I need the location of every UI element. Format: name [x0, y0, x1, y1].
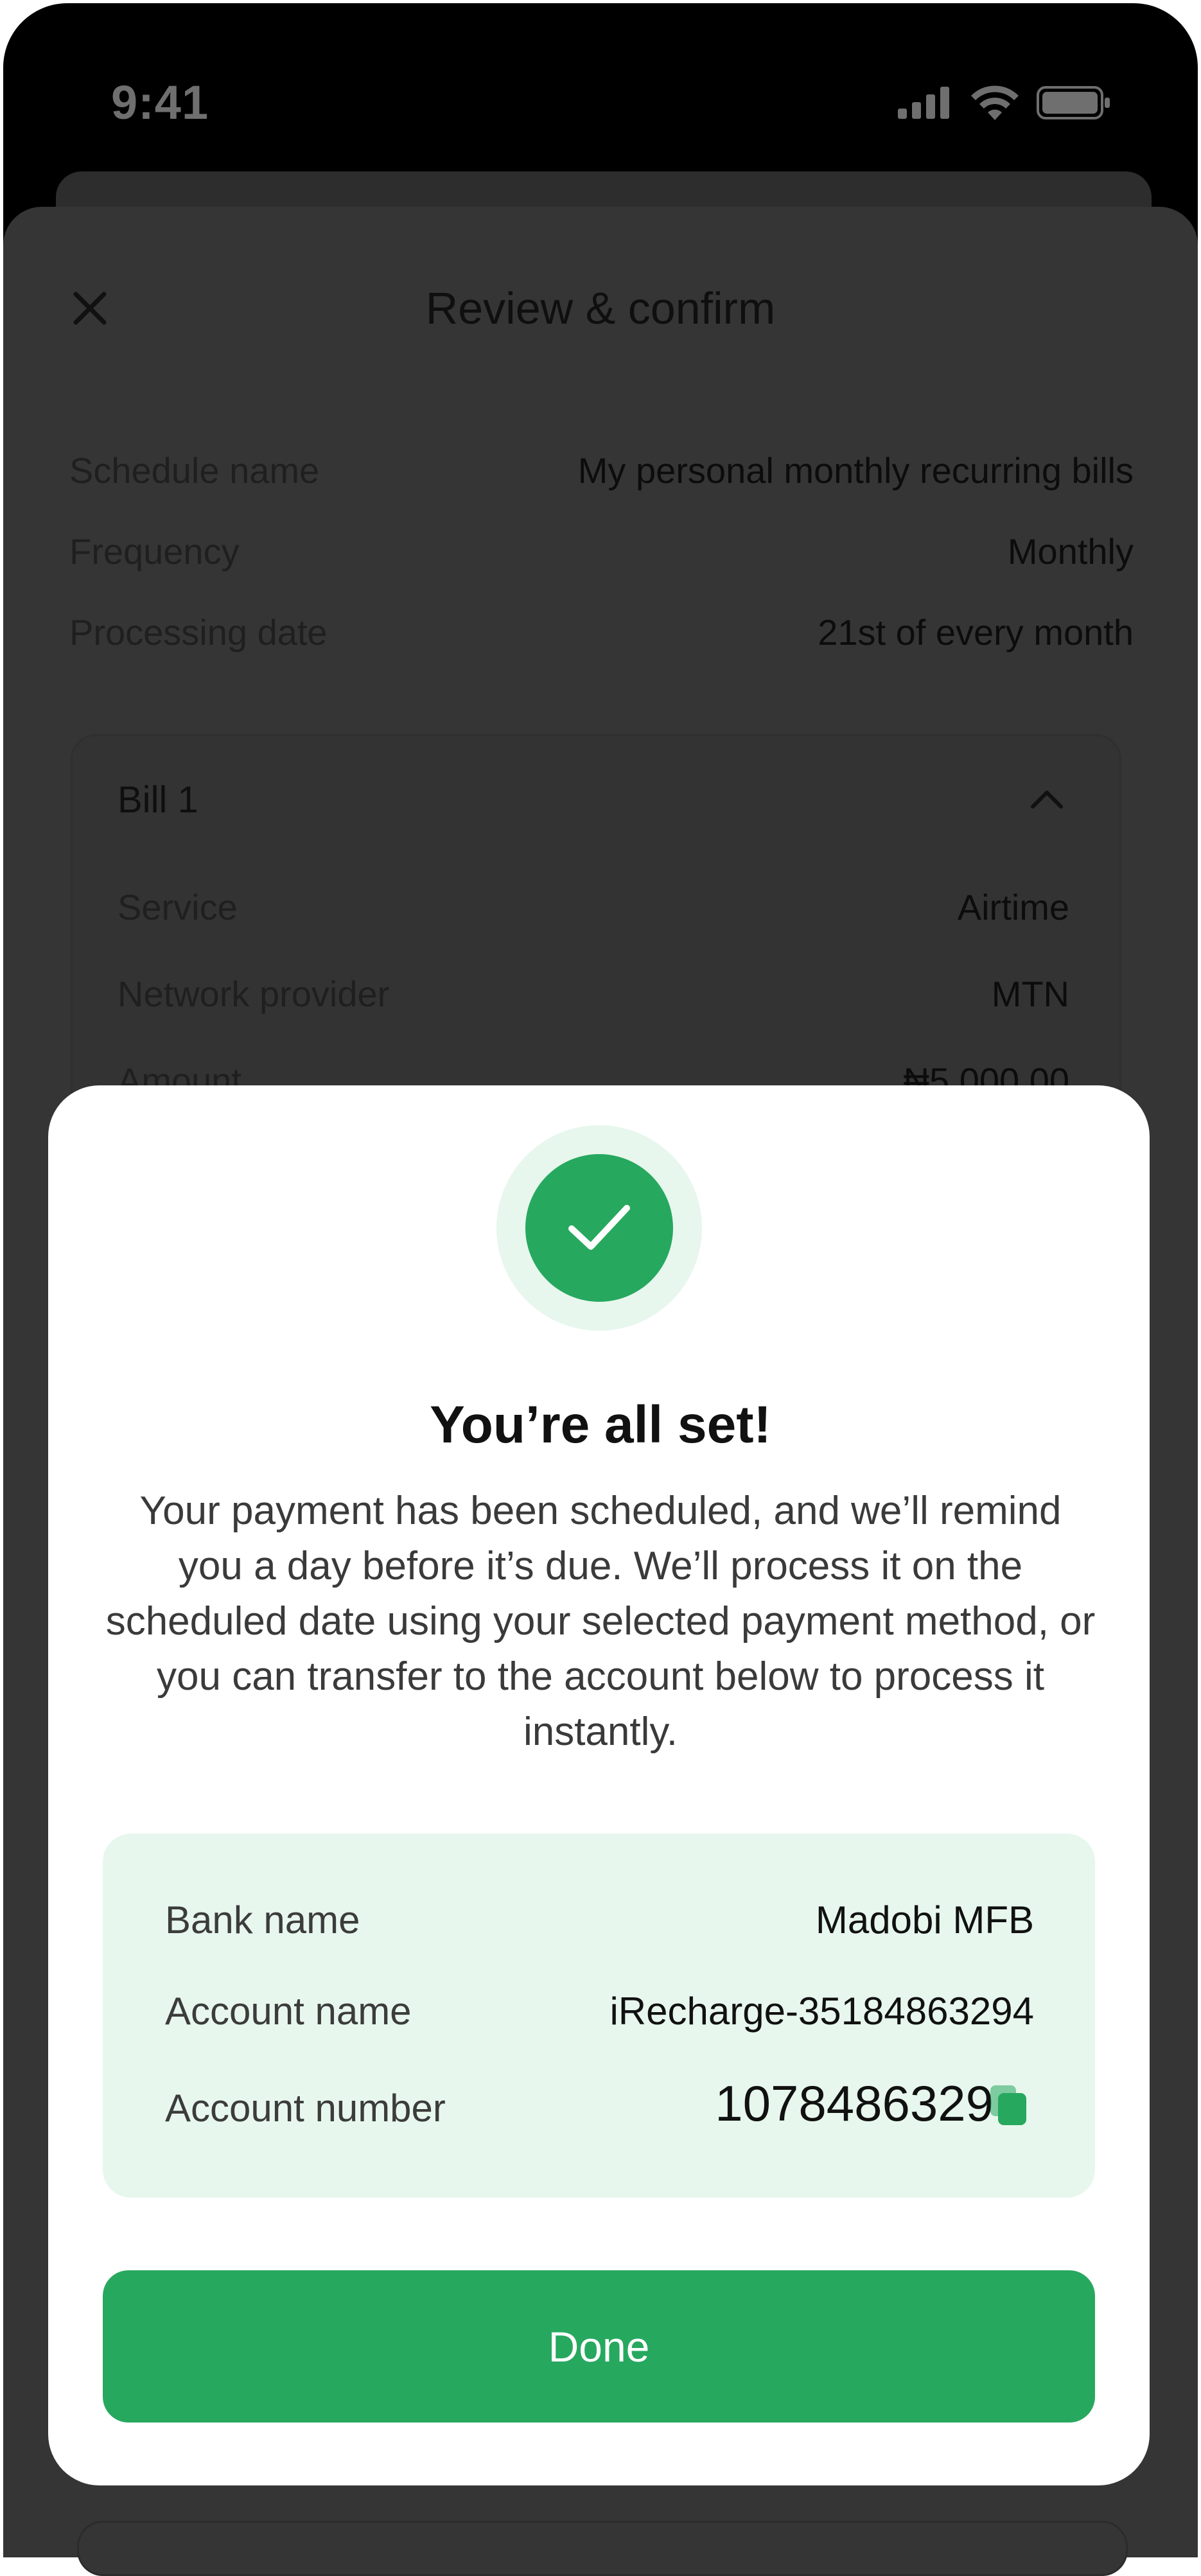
battery-icon	[1037, 86, 1110, 119]
account-number-label: Account number	[165, 2087, 446, 2130]
service-value: Airtime	[957, 887, 1069, 927]
underlying-card-peek	[77, 2521, 1128, 2576]
chevron-up-icon[interactable]	[1028, 786, 1066, 812]
success-icon-circle	[525, 1154, 673, 1302]
wifi-icon	[971, 85, 1019, 120]
status-icons	[898, 85, 1111, 120]
network-provider-label: Network provider	[118, 974, 390, 1014]
schedule-name-value: My personal monthly recurring bills	[577, 450, 1134, 491]
modal-title: You’re all set!	[430, 1396, 771, 1454]
check-icon	[568, 1205, 630, 1250]
modal-description: Your payment has been scheduled, and we’…	[105, 1489, 1096, 1754]
frequency-value: Monthly	[1007, 531, 1134, 572]
network-provider-value: MTN	[991, 974, 1069, 1014]
done-button[interactable]: Done	[103, 2270, 1095, 2423]
processing-date-label: Processing date	[69, 612, 328, 653]
account-number-value: 1078486329	[715, 2075, 994, 2132]
schedule-name-label: Schedule name	[69, 450, 320, 491]
service-label: Service	[118, 887, 238, 927]
account-name-label: Account name	[165, 1990, 412, 2033]
status-bar: 9:41	[3, 3, 1198, 170]
sheet-title: Review & confirm	[425, 283, 776, 333]
bill-title: Bill 1	[118, 779, 198, 821]
bank-name-value: Madobi MFB	[815, 1898, 1034, 1941]
copy-icon[interactable]	[988, 2083, 1029, 2128]
bank-name-label: Bank name	[165, 1898, 360, 1941]
processing-date-value: 21st of every month	[818, 612, 1134, 653]
cellular-signal-icon	[898, 87, 949, 119]
account-name-value: iRecharge-35184863294	[609, 1990, 1034, 2033]
frequency-label: Frequency	[69, 531, 240, 572]
status-time: 9:41	[111, 76, 209, 129]
